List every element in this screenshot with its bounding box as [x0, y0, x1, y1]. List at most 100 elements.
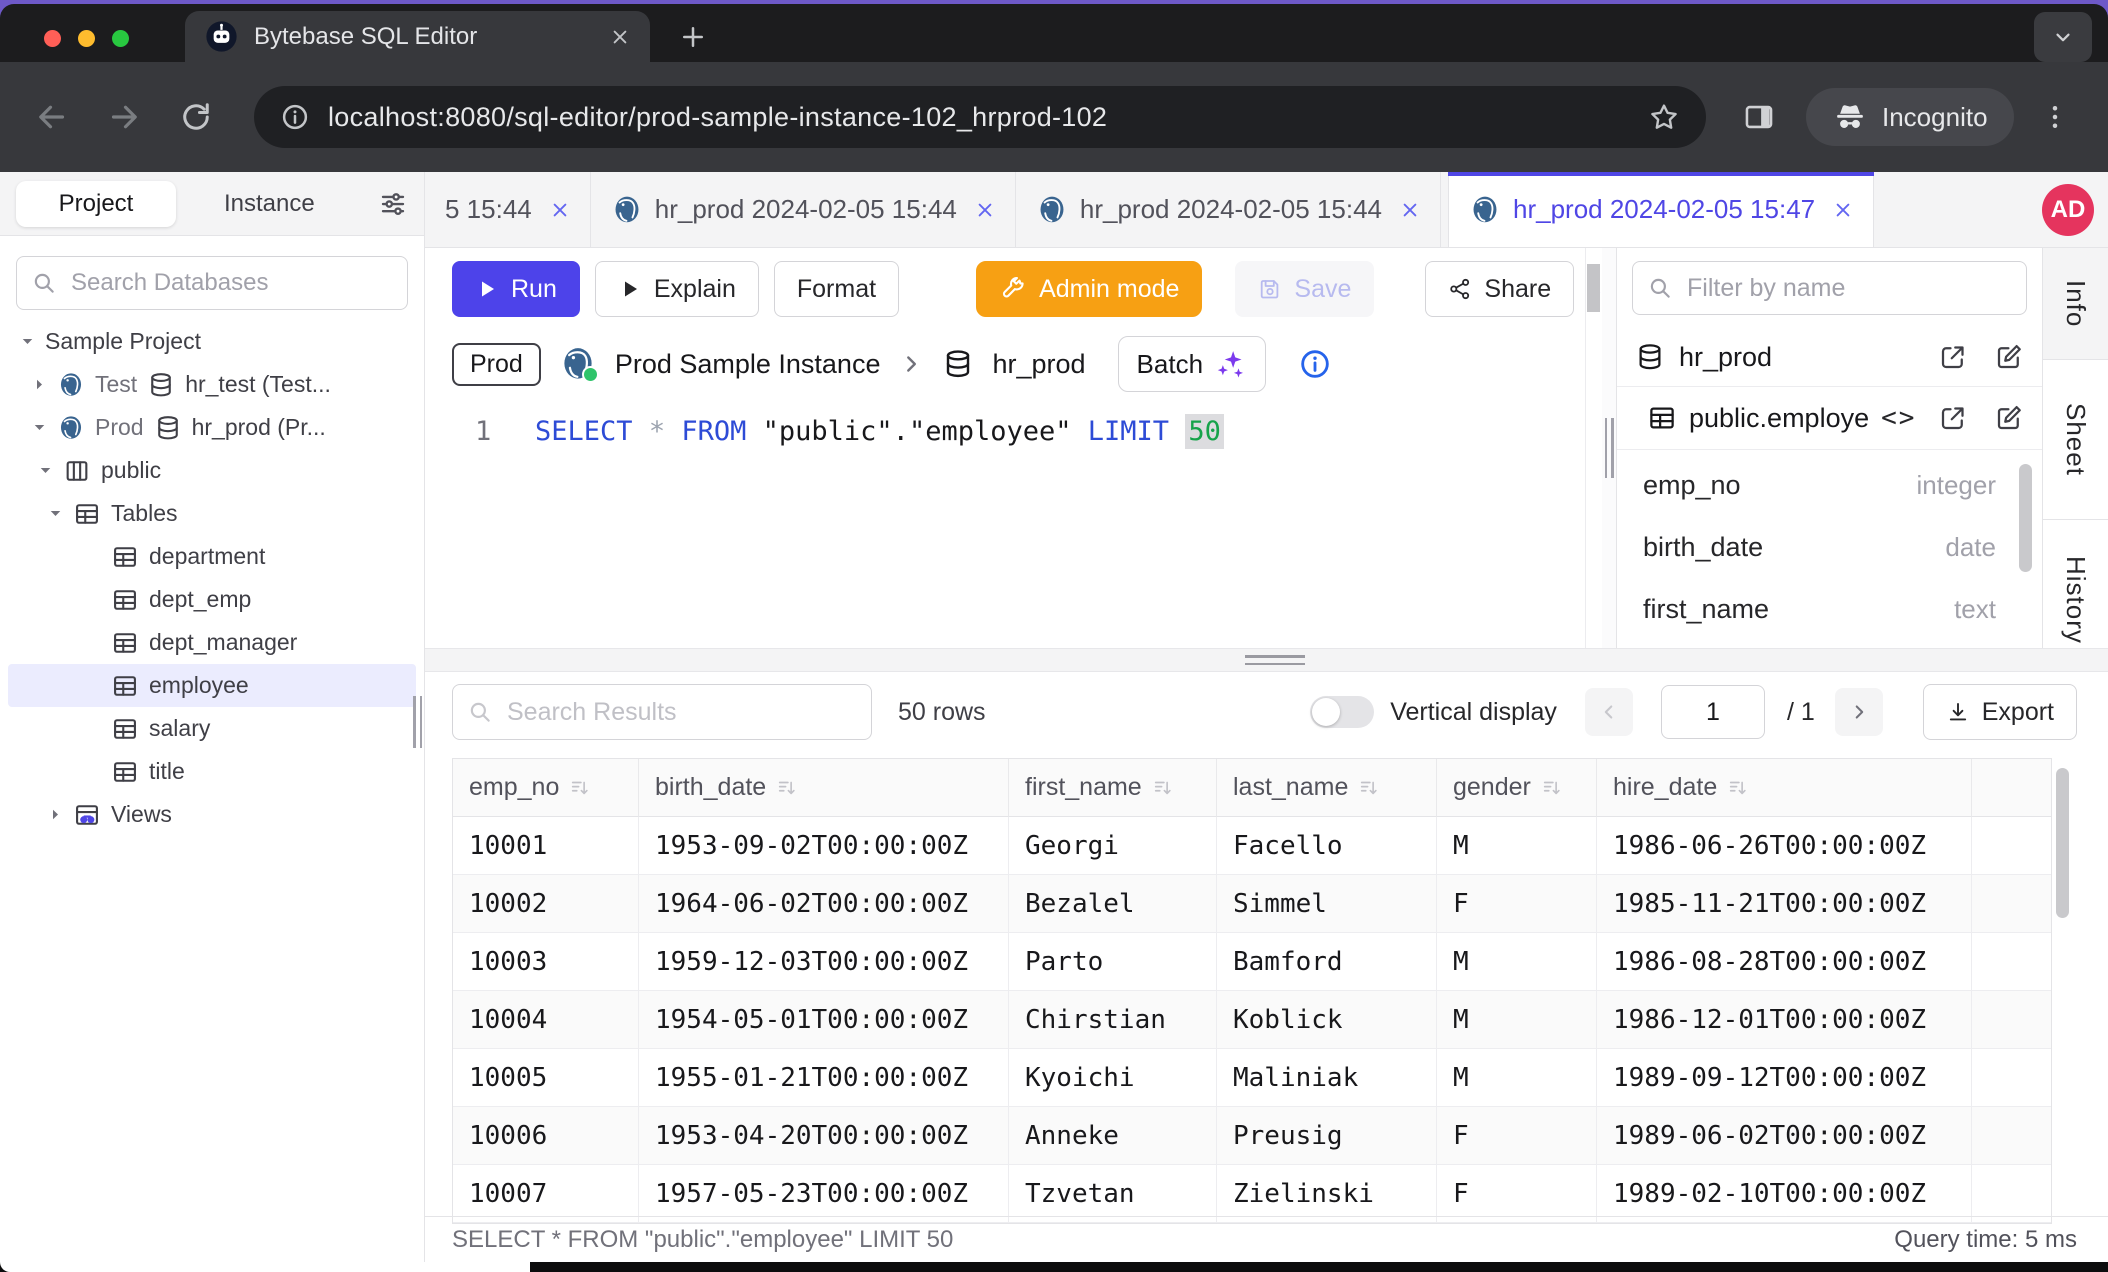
scrollbar-thumb[interactable]	[2019, 464, 2032, 572]
code-icon[interactable]: <>	[1881, 403, 1916, 433]
column-row[interactable]: birth_datedate	[1643, 516, 1996, 578]
editor-tab[interactable]: hr_prod 2024-02-05 15:44	[591, 172, 1016, 247]
caret-down-icon[interactable]	[38, 463, 53, 478]
reload-icon[interactable]	[178, 99, 214, 135]
new-tab-button[interactable]	[678, 22, 708, 52]
column-header-hire_date[interactable]: hire_date	[1597, 759, 1972, 817]
bookmark-star-icon[interactable]	[1648, 101, 1680, 133]
filter-input[interactable]	[1685, 273, 2012, 304]
vertical-splitter[interactable]	[1602, 248, 1617, 648]
tree-item-department[interactable]: department	[0, 535, 424, 578]
sort-icon[interactable]	[1541, 777, 1563, 799]
instance-name[interactable]: Prod Sample Instance	[615, 349, 881, 380]
edit-icon[interactable]	[1994, 403, 2024, 433]
schema-filter-box[interactable]	[1632, 261, 2027, 315]
explain-button[interactable]: Explain	[595, 261, 759, 317]
tree-item-tables[interactable]: Tables	[0, 492, 424, 535]
filter-sliders-icon[interactable]	[378, 189, 408, 219]
close-icon[interactable]	[1400, 200, 1420, 220]
tree-item-dept-emp[interactable]: dept_emp	[0, 578, 424, 621]
format-button[interactable]: Format	[774, 261, 899, 317]
column-row[interactable]: first_nametext	[1643, 578, 1996, 640]
close-icon[interactable]	[975, 200, 995, 220]
browser-menu-icon[interactable]	[2040, 102, 2070, 132]
sort-icon[interactable]	[1358, 777, 1380, 799]
back-icon[interactable]	[34, 99, 70, 135]
database-name[interactable]: hr_prod	[992, 349, 1085, 380]
editor-tab[interactable]: hr_prod 2024-02-05 15:47	[1448, 172, 1874, 247]
tab-instance[interactable]: Instance	[224, 190, 315, 218]
results-search-box[interactable]	[452, 684, 872, 740]
forward-icon[interactable]	[106, 99, 142, 135]
caret-right-icon[interactable]	[48, 807, 63, 822]
page-number-input[interactable]	[1661, 685, 1765, 739]
info-circle-icon[interactable]	[1298, 347, 1332, 381]
editor-tab[interactable]: hr_prod 2024-02-05 15:44	[1016, 172, 1441, 247]
column-header-last_name[interactable]: last_name	[1217, 759, 1437, 817]
schema-table-row[interactable]: public.employe <>	[1617, 387, 2042, 450]
search-input[interactable]	[69, 268, 393, 298]
prev-page-button[interactable]	[1585, 688, 1633, 736]
scrollbar-thumb[interactable]	[2056, 768, 2069, 918]
external-link-icon[interactable]	[1938, 403, 1968, 433]
batch-button[interactable]: Batch	[1118, 336, 1267, 392]
tree-item-views[interactable]: Views	[0, 793, 424, 836]
external-link-icon[interactable]	[1938, 342, 1968, 372]
column-header-birth_date[interactable]: birth_date	[639, 759, 1009, 817]
url-bar[interactable]: localhost:8080/sql-editor/prod-sample-in…	[254, 86, 1706, 148]
editor-scrollbar[interactable]	[1585, 248, 1602, 648]
drag-grip[interactable]	[1245, 655, 1305, 665]
edit-icon[interactable]	[1994, 342, 2024, 372]
tree-item-sample-project[interactable]: Sample Project	[0, 320, 424, 363]
window-zoom-button[interactable]	[112, 30, 129, 47]
tab-list-button[interactable]	[2034, 12, 2092, 62]
schema-database-row[interactable]: hr_prod	[1617, 328, 2042, 387]
sort-icon[interactable]	[1152, 777, 1174, 799]
side-panel-icon[interactable]	[1742, 100, 1776, 134]
tree-item-public[interactable]: public	[0, 449, 424, 492]
horizontal-splitter[interactable]	[425, 648, 2108, 672]
column-header-gender[interactable]: gender	[1437, 759, 1597, 817]
tree-item-employee[interactable]: employee	[8, 664, 416, 707]
sort-icon[interactable]	[569, 777, 591, 799]
database-search-box[interactable]	[16, 256, 408, 310]
results-scrollbar[interactable]	[2056, 760, 2070, 1180]
site-info-icon[interactable]	[280, 102, 310, 132]
sidebar-resize-handle[interactable]	[413, 696, 422, 748]
results-search-input[interactable]	[505, 697, 857, 728]
avatar[interactable]: AD	[2042, 184, 2094, 236]
tab-project[interactable]: Project	[16, 181, 176, 227]
tree-item-title[interactable]: title	[0, 750, 424, 793]
browser-tab[interactable]: Bytebase SQL Editor	[185, 11, 650, 62]
tree-item-salary[interactable]: salary	[0, 707, 424, 750]
window-minimize-button[interactable]	[78, 30, 95, 47]
close-icon[interactable]	[550, 200, 570, 220]
editor-tab[interactable]: 5 15:44	[425, 172, 591, 247]
close-icon[interactable]	[1833, 200, 1853, 220]
run-button[interactable]: Run	[452, 261, 580, 317]
right-tab-info[interactable]: Info	[2043, 248, 2108, 360]
vertical-display-toggle[interactable]	[1310, 696, 1374, 728]
caret-down-icon[interactable]	[48, 506, 63, 521]
caret-down-icon[interactable]	[20, 334, 35, 349]
admin-mode-button[interactable]: Admin mode	[976, 261, 1202, 317]
share-button[interactable]: Share	[1425, 261, 1574, 317]
new-sheet-plus-icon[interactable]	[1892, 194, 1924, 226]
column-header-emp_no[interactable]: emp_no	[453, 759, 639, 817]
tree-item-hr-test-test[interactable]: Testhr_test (Test...	[0, 363, 424, 406]
sort-icon[interactable]	[776, 777, 798, 799]
column-row[interactable]: emp_nointeger	[1643, 454, 1996, 516]
right-tab-sheet[interactable]: Sheet	[2043, 360, 2108, 520]
scrollbar-thumb[interactable]	[1587, 264, 1600, 312]
export-button[interactable]: Export	[1923, 684, 2077, 740]
window-close-button[interactable]	[44, 30, 61, 47]
tree-item-hr-prod-pr[interactable]: Prodhr_prod (Pr...	[0, 406, 424, 449]
column-header-first_name[interactable]: first_name	[1009, 759, 1217, 817]
caret-right-icon[interactable]	[32, 377, 47, 392]
close-icon[interactable]	[610, 27, 630, 47]
next-page-button[interactable]	[1835, 688, 1883, 736]
save-button[interactable]: Save	[1235, 261, 1374, 317]
tree-item-dept-manager[interactable]: dept_manager	[0, 621, 424, 664]
sort-icon[interactable]	[1727, 777, 1749, 799]
caret-down-icon[interactable]	[32, 420, 47, 435]
